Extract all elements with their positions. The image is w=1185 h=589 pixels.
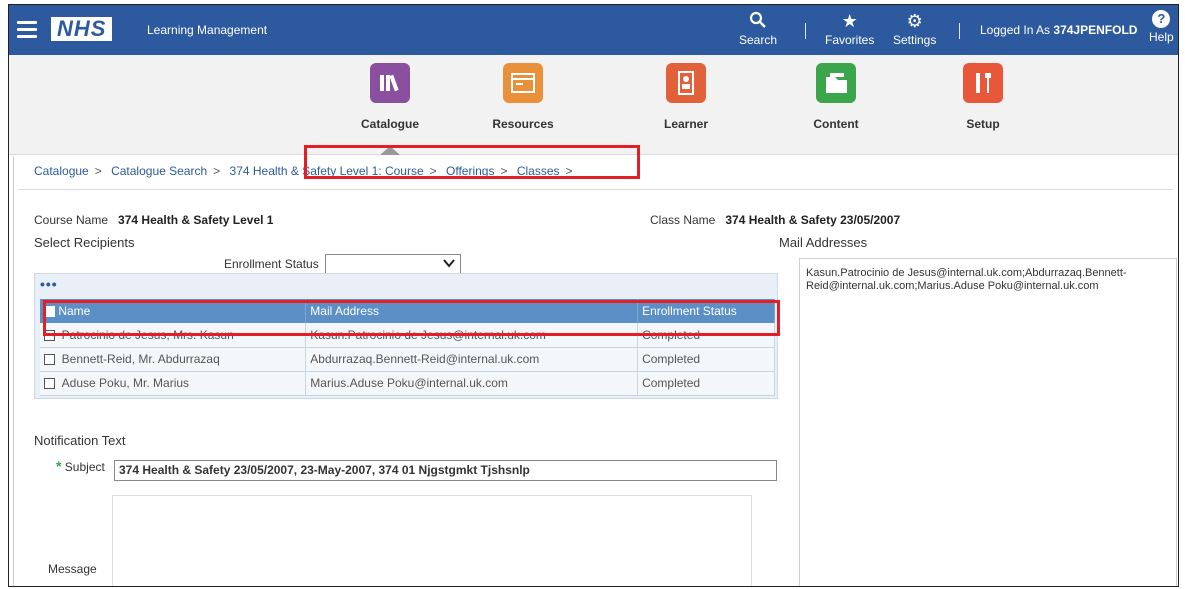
app-window: NHS Learning Management Search ★ Favorit… (8, 4, 1179, 587)
select-recipients-title: Select Recipients (34, 235, 135, 250)
nav-content[interactable]: Content (786, 63, 886, 131)
tools-icon (963, 63, 1003, 103)
course-name-row: Course Name 374 Health & Safety Level 1 (34, 213, 273, 227)
help-button[interactable]: ? Help (1149, 10, 1174, 44)
learner-icon (666, 63, 706, 103)
nav-setup[interactable]: Setup (933, 63, 1033, 131)
content-icon (816, 63, 856, 103)
logged-user[interactable]: 374JPENFOLD (1053, 23, 1137, 37)
nav-learner[interactable]: Learner (636, 63, 736, 131)
settings-button[interactable]: ⚙ Settings (893, 11, 936, 47)
more-options-icon[interactable]: ••• (40, 276, 58, 292)
recipient-mail: Marius.Aduse Poku@internal.uk.com (305, 371, 639, 396)
course-name-value: 374 Health & Safety Level 1 (118, 213, 274, 227)
nav-label: Catalogue (360, 117, 419, 131)
recipient-mail: Kasun.Patrocinio de Jesus@internal.uk.co… (305, 323, 639, 348)
nav-label: Setup (966, 117, 1000, 131)
breadcrumb-catalogue[interactable]: Catalogue (34, 164, 89, 178)
row-checkbox[interactable] (44, 330, 55, 342)
nav-label: Resources (492, 117, 554, 131)
recipient-status: Completed (637, 347, 775, 372)
divider (18, 189, 1173, 190)
separator (959, 23, 960, 39)
recipient-name: Bennett-Reid, Mr. Abdurrazaq (61, 352, 220, 366)
mail-addresses-title: Mail Addresses (779, 235, 868, 250)
required-icon: * (56, 458, 62, 474)
favorites-label: Favorites (825, 33, 875, 47)
breadcrumb-course[interactable]: 374 Health & Safety Level 1: Course (230, 164, 424, 178)
nav-catalogue[interactable]: Catalogue (340, 63, 440, 131)
table-row[interactable]: Aduse Poku, Mr. Marius Marius.Aduse Poku… (40, 371, 775, 396)
subject-input[interactable]: 374 Health & Safety 23/05/2007, 23-May-2… (114, 460, 777, 481)
recipient-status: Completed (637, 371, 775, 396)
gear-icon: ⚙ (906, 11, 923, 31)
catalogue-icon (370, 63, 410, 103)
subject-label: Subject (64, 460, 105, 474)
nav-label: Content (813, 117, 859, 131)
search-label: Search (739, 33, 778, 47)
nav-label: Learner (663, 117, 709, 131)
recipient-name: Patrocinio de Jesus, Mrs. Kasun (61, 327, 234, 342)
navigation-bar: Catalogue Resources Learner Content Setu… (9, 55, 1178, 155)
enrollment-status-select[interactable] (325, 254, 461, 274)
active-nav-caret (380, 146, 400, 155)
nav-resources[interactable]: Resources (473, 63, 573, 131)
breadcrumb: Catalogue > Catalogue Search > 374 Health … (34, 164, 573, 178)
table-row[interactable]: Patrocinio de Jesus, Mrs. Kasun Kasun.Pa… (40, 323, 775, 348)
class-name-row: Class Name 374 Health & Safety 23/05/200… (650, 213, 900, 227)
logged-in-as: Logged In As 374JPENFOLD (980, 23, 1137, 37)
column-header-status[interactable]: Enrollment Status (637, 299, 775, 323)
favorites-button[interactable]: ★ Favorites (825, 11, 874, 47)
recipient-status: Completed (637, 323, 775, 348)
breadcrumb-catalogue-search[interactable]: Catalogue Search (111, 164, 207, 178)
chevron-down-icon (443, 257, 455, 271)
breadcrumb-offerings[interactable]: Offerings (446, 164, 494, 178)
help-label: Help (1149, 30, 1174, 44)
main-content: Catalogue > Catalogue Search > 374 Health … (13, 157, 1177, 586)
settings-label: Settings (893, 33, 937, 47)
app-title: Learning Management (147, 23, 268, 37)
column-header-name[interactable]: Name (40, 299, 307, 323)
star-icon: ★ (841, 11, 858, 31)
search-button[interactable]: Search (739, 11, 777, 47)
help-icon: ? (1152, 10, 1171, 28)
mail-addresses-box[interactable]: Kasun.Patrocinio de Jesus@internal.uk.co… (799, 258, 1177, 586)
row-checkbox[interactable] (44, 378, 55, 390)
nhs-logo[interactable]: NHS (51, 17, 113, 41)
column-header-mail[interactable]: Mail Address (305, 299, 639, 323)
notification-text-title: Notification Text (34, 433, 126, 448)
message-textarea[interactable] (112, 495, 752, 586)
recipients-table-panel: ••• Name Mail Address Enrollment Status … (34, 273, 778, 399)
class-name-value: 374 Health & Safety 23/05/2007 (725, 213, 901, 227)
menu-icon[interactable] (17, 21, 37, 38)
table-row[interactable]: Bennett-Reid, Mr. Abdurrazaq Abdurrazaq.… (40, 347, 775, 372)
row-checkbox[interactable] (44, 354, 55, 366)
subject-label-row: * Subject (56, 458, 105, 474)
resources-icon (503, 63, 543, 103)
search-icon (739, 11, 777, 33)
class-name-label: Class Name (650, 213, 716, 227)
message-label: Message (48, 562, 97, 576)
top-bar: NHS Learning Management Search ★ Favorit… (9, 5, 1178, 55)
recipient-mail: Abdurrazaq.Bennett-Reid@internal.uk.com (305, 347, 639, 372)
logged-prefix: Logged In As (980, 23, 1051, 37)
recipients-table: Name Mail Address Enrollment Status Patr… (40, 299, 775, 396)
recipient-name: Aduse Poku, Mr. Marius (61, 376, 190, 390)
select-all-checkbox[interactable] (44, 306, 55, 318)
course-name-label: Course Name (34, 213, 109, 227)
enrollment-status-label: Enrollment Status (224, 257, 319, 271)
breadcrumb-classes[interactable]: Classes (517, 164, 560, 178)
separator (805, 23, 806, 39)
